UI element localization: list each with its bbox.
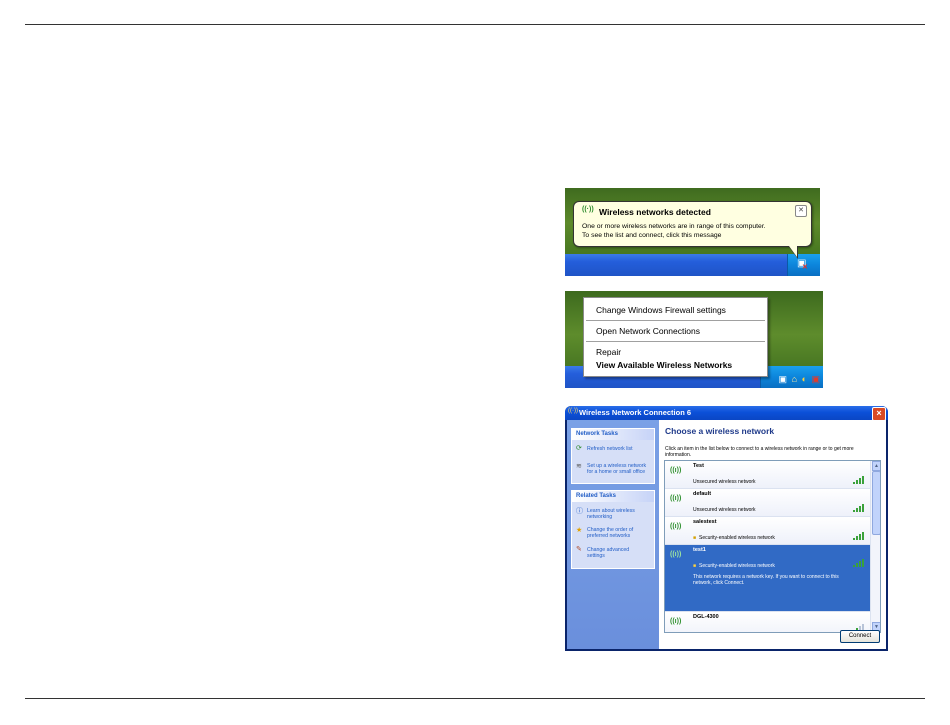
balloon-screenshot: ▣ ✕ ((·)) Wireless networks detected ✕ O… [565, 188, 820, 276]
settings-icon: ✎ [576, 546, 582, 553]
home-icon[interactable]: ⌂ [792, 374, 798, 384]
menu-separator [586, 341, 765, 342]
network-tasks-box: Network Tasks ⟳ Refresh network list ≋ S… [571, 428, 655, 484]
dialog-description: Click an item in the list below to conne… [665, 446, 854, 458]
balloon-line-1: One or more wireless networks are in ran… [582, 223, 766, 230]
balloon-title: Wireless networks detected [599, 207, 711, 217]
bottom-rule [25, 698, 925, 699]
related-tasks-header[interactable]: Related Tasks [572, 491, 654, 502]
network-name: Test [693, 463, 704, 469]
lock-icon: ■ [693, 563, 697, 569]
network-note: This network requires a network key. If … [693, 574, 839, 586]
menu-item-open-connections[interactable]: Open Network Connections [596, 326, 700, 336]
connect-button[interactable]: Connect [840, 630, 880, 643]
menu-item-firewall[interactable]: Change Windows Firewall settings [596, 305, 726, 315]
network-name: DGL-4300 [693, 614, 719, 620]
related-tasks-box: Related Tasks ⓘ Learn about wireless net… [571, 490, 655, 569]
notification-balloon[interactable]: ((·)) Wireless networks detected ✕ One o… [573, 201, 812, 259]
task-change-order[interactable]: Change the order of preferred networks [587, 527, 642, 539]
network-row-test1[interactable]: ((ı)) test1 ■ Security-enabled wireless … [665, 545, 871, 612]
info-icon: ⓘ [576, 508, 583, 515]
context-menu: Change Windows Firewall settings Open Ne… [583, 297, 768, 377]
disconnected-icon[interactable]: ▣ [811, 374, 821, 384]
wireless-network-icon: ((ı)) [670, 523, 682, 530]
title-bar[interactable]: ((·)) Wireless Network Connection 6 × [565, 406, 888, 421]
task-advanced-settings[interactable]: Change advanced settings [587, 547, 642, 559]
menu-separator [586, 320, 765, 321]
context-menu-screenshot: ▣ ⌂ ◐ ▣ Change Windows Firewall settings… [565, 291, 823, 388]
network-row-default[interactable]: ((ı)) default Unsecured wireless network [665, 489, 871, 517]
network-status: Unsecured wireless network [693, 507, 756, 513]
signal-strength-icon [853, 559, 867, 567]
menu-item-view-wireless[interactable]: View Available Wireless Networks [596, 360, 732, 370]
balloon-body[interactable]: One or more wireless networks are in ran… [582, 223, 766, 240]
system-tray: ▣ ⌂ ◐ ▣ [760, 366, 823, 388]
network-name: salestest [693, 519, 717, 525]
scroll-thumb[interactable] [872, 471, 880, 535]
wireless-dialog: ((·)) Wireless Network Connection 6 × Ne… [565, 406, 888, 651]
dialog-client: Network Tasks ⟳ Refresh network list ≋ S… [567, 420, 886, 649]
wireless-network-icon: ((ı)) [670, 618, 682, 625]
disconnected-x-icon: ✕ [802, 264, 808, 271]
close-icon[interactable]: ✕ [795, 205, 807, 217]
network-name: test1 [693, 547, 706, 553]
network-list: ((ı)) Test Unsecured wireless network ((… [664, 460, 881, 633]
signal-strength-icon [853, 532, 867, 540]
wireless-network-icon: ((ı)) [670, 467, 682, 474]
lock-icon: ■ [693, 535, 697, 541]
network-status: Unsecured wireless network [693, 479, 756, 485]
network-status: Security-enabled wireless network [699, 535, 775, 541]
network-row-salestest[interactable]: ((ı)) salestest ■ Security-enabled wirel… [665, 517, 871, 545]
top-rule [25, 24, 925, 25]
vertical-scrollbar[interactable]: ▲ ▼ [870, 461, 880, 632]
star-icon: ★ [576, 527, 583, 534]
network-row-test[interactable]: ((ı)) Test Unsecured wireless network [665, 461, 871, 489]
network-tray-icon[interactable]: ▣ [779, 374, 789, 384]
task-refresh[interactable]: Refresh network list [587, 446, 649, 452]
close-button[interactable]: × [872, 407, 886, 421]
dialog-heading: Choose a wireless network [665, 426, 775, 436]
task-pane: Network Tasks ⟳ Refresh network list ≋ S… [567, 420, 659, 649]
taskbar [565, 254, 820, 276]
network-pane: Choose a wireless network Click an item … [659, 420, 886, 649]
security-icon[interactable]: ◐ [802, 374, 808, 384]
balloon-tail [789, 246, 797, 257]
setup-network-icon: ≋ [576, 463, 582, 470]
refresh-icon: ⟳ [576, 445, 582, 452]
wireless-icon: ((·)) [582, 206, 594, 213]
task-learn-wireless[interactable]: Learn about wireless networking [587, 508, 642, 520]
wireless-network-icon: ((ı)) [670, 495, 682, 502]
network-status: Security-enabled wireless network [699, 563, 775, 569]
signal-strength-icon [853, 504, 867, 512]
wireless-icon: ((·)) [568, 408, 578, 414]
scroll-up-arrow-icon[interactable]: ▲ [872, 461, 880, 471]
signal-strength-icon [853, 476, 867, 484]
task-setup-network[interactable]: Set up a wireless network for a home or … [587, 463, 651, 475]
tray-icons: ▣ ⌂ ◐ ▣ [779, 374, 821, 385]
network-tasks-header[interactable]: Network Tasks [572, 429, 654, 440]
window-title: Wireless Network Connection 6 [579, 408, 692, 417]
balloon-line-2: To see the list and connect, click this … [582, 231, 722, 239]
wireless-network-icon: ((ı)) [670, 551, 682, 558]
menu-item-repair[interactable]: Repair [596, 347, 621, 357]
network-name: default [693, 491, 712, 497]
